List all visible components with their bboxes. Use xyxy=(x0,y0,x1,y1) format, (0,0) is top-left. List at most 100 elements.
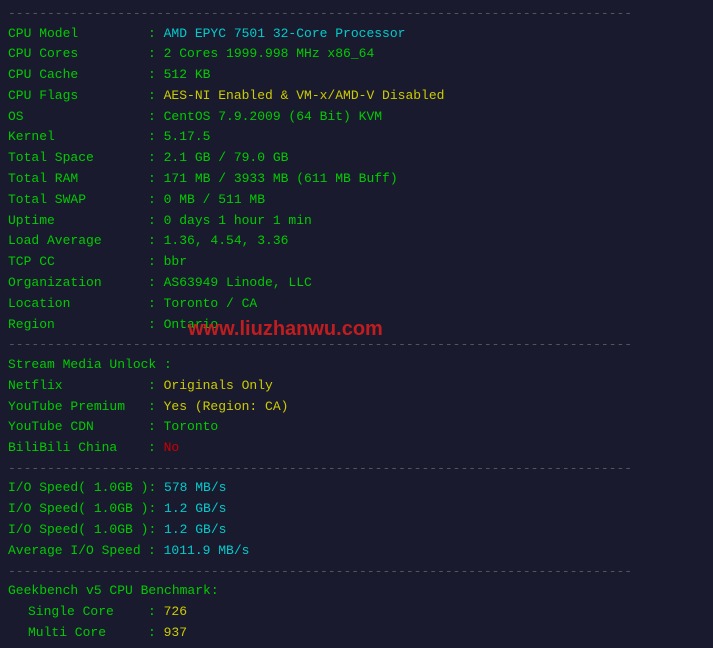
value-location: Toronto / CA xyxy=(164,294,258,315)
colon-youtube-premium: : xyxy=(148,397,164,418)
colon-bilibili: : xyxy=(148,438,164,459)
colon-os: : xyxy=(148,107,164,128)
colon-tcp-cc: : xyxy=(148,252,164,273)
row-multi-core: Multi Core : 937 xyxy=(8,623,705,644)
row-load-average: Load Average : 1.36, 4.54, 3.36 xyxy=(8,231,705,252)
colon-total-ram: : xyxy=(148,169,164,190)
label-tcp-cc: TCP CC xyxy=(8,252,148,273)
value-total-swap: 0 MB / 511 MB xyxy=(164,190,265,211)
row-cpu-model: CPU Model : AMD EPYC 7501 32-Core Proces… xyxy=(8,24,705,45)
colon-avg-io: : xyxy=(148,541,164,562)
row-organization: Organization : AS63949 Linode, LLC xyxy=(8,273,705,294)
colon-netflix: : xyxy=(148,376,164,397)
colon-organization: : xyxy=(148,273,164,294)
value-io-2: 1.2 GB/s xyxy=(164,499,226,520)
label-bilibili: BiliBili China xyxy=(8,438,148,459)
label-single-core: Single Core xyxy=(8,602,148,623)
value-io-3: 1.2 GB/s xyxy=(164,520,226,541)
row-total-swap: Total SWAP : 0 MB / 511 MB xyxy=(8,190,705,211)
colon-load-average: : xyxy=(148,231,164,252)
row-avg-io: Average I/O Speed : 1011.9 MB/s xyxy=(8,541,705,562)
row-youtube-premium: YouTube Premium : Yes (Region: CA) xyxy=(8,397,705,418)
row-cpu-cache: CPU Cache : 512 KB xyxy=(8,65,705,86)
colon-cpu-cache: : xyxy=(148,65,164,86)
value-uptime: 0 days 1 hour 1 min xyxy=(164,211,312,232)
value-kernel: 5.17.5 xyxy=(164,127,211,148)
stream-header-label: Stream Media Unlock : xyxy=(8,355,172,376)
colon-uptime: : xyxy=(148,211,164,232)
colon-youtube-cdn: : xyxy=(148,417,164,438)
label-multi-core: Multi Core xyxy=(8,623,148,644)
label-total-swap: Total SWAP xyxy=(8,190,148,211)
system-info-section: CPU Model : AMD EPYC 7501 32-Core Proces… xyxy=(8,24,705,336)
geekbench-header-label: Geekbench v5 CPU Benchmark: xyxy=(8,581,219,602)
row-os: OS : CentOS 7.9.2009 (64 Bit) KVM xyxy=(8,107,705,128)
label-io-1: I/O Speed( 1.0GB ) xyxy=(8,478,148,499)
colon-multi-core: : xyxy=(148,623,164,644)
label-kernel: Kernel xyxy=(8,127,148,148)
row-cpu-flags: CPU Flags : AES-NI Enabled & VM-x/AMD-V … xyxy=(8,86,705,107)
label-io-2: I/O Speed( 1.0GB ) xyxy=(8,499,148,520)
label-cpu-cores: CPU Cores xyxy=(8,44,148,65)
value-organization: AS63949 Linode, LLC xyxy=(164,273,312,294)
colon-cpu-model: : xyxy=(148,24,164,45)
geekbench-section: Geekbench v5 CPU Benchmark: Single Core … xyxy=(8,581,705,643)
colon-region: : xyxy=(148,315,164,336)
row-cpu-cores: CPU Cores : 2 Cores 1999.998 MHz x86_64 xyxy=(8,44,705,65)
separator-after-io: ----------------------------------------… xyxy=(8,562,705,582)
colon-io-1: : xyxy=(148,478,164,499)
colon-single-core: : xyxy=(148,602,164,623)
colon-total-space: : xyxy=(148,148,164,169)
colon-io-3: : xyxy=(148,520,164,541)
value-total-ram: 171 MB / 3933 MB (611 MB Buff) xyxy=(164,169,398,190)
colon-location: : xyxy=(148,294,164,315)
geekbench-header: Geekbench v5 CPU Benchmark: xyxy=(8,581,705,602)
value-total-space: 2.1 GB / 79.0 GB xyxy=(164,148,289,169)
colon-total-swap: : xyxy=(148,190,164,211)
stream-media-header: Stream Media Unlock : xyxy=(8,355,705,376)
value-avg-io: 1011.9 MB/s xyxy=(164,541,250,562)
row-youtube-cdn: YouTube CDN : Toronto xyxy=(8,417,705,438)
label-region: Region xyxy=(8,315,148,336)
label-netflix: Netflix xyxy=(8,376,148,397)
label-io-3: I/O Speed( 1.0GB ) xyxy=(8,520,148,541)
label-uptime: Uptime xyxy=(8,211,148,232)
row-netflix: Netflix : Originals Only xyxy=(8,376,705,397)
value-bilibili: No xyxy=(164,438,180,459)
row-tcp-cc: TCP CC : bbr xyxy=(8,252,705,273)
row-bilibili: BiliBili China : No xyxy=(8,438,705,459)
row-io-2: I/O Speed( 1.0GB ) : 1.2 GB/s xyxy=(8,499,705,520)
colon-io-2: : xyxy=(148,499,164,520)
main-container: ----------------------------------------… xyxy=(8,4,705,644)
colon-cpu-flags: : xyxy=(148,86,164,107)
value-single-core: 726 xyxy=(164,602,187,623)
value-youtube-premium: Yes (Region: CA) xyxy=(164,397,289,418)
stream-media-section: Stream Media Unlock : Netflix : Original… xyxy=(8,355,705,459)
label-youtube-cdn: YouTube CDN xyxy=(8,417,148,438)
value-load-average: 1.36, 4.54, 3.36 xyxy=(164,231,289,252)
colon-cpu-cores: : xyxy=(148,44,164,65)
value-netflix: Originals Only xyxy=(164,376,273,397)
label-os: OS xyxy=(8,107,148,128)
label-load-average: Load Average xyxy=(8,231,148,252)
watermark: www.liuzhanwu.com xyxy=(188,313,383,345)
label-organization: Organization xyxy=(8,273,148,294)
value-cpu-model: AMD EPYC 7501 32-Core Processor xyxy=(164,24,406,45)
value-tcp-cc: bbr xyxy=(164,252,187,273)
row-single-core: Single Core : 726 xyxy=(8,602,705,623)
row-total-ram: Total RAM : 171 MB / 3933 MB (611 MB Buf… xyxy=(8,169,705,190)
separator-top: ----------------------------------------… xyxy=(8,4,705,24)
label-cpu-cache: CPU Cache xyxy=(8,65,148,86)
label-cpu-model: CPU Model xyxy=(8,24,148,45)
label-total-space: Total Space xyxy=(8,148,148,169)
value-youtube-cdn: Toronto xyxy=(164,417,219,438)
value-cpu-flags: AES-NI Enabled & VM-x/AMD-V Disabled xyxy=(164,86,445,107)
row-region: Region : Ontario www.liuzhanwu.com xyxy=(8,315,705,336)
row-location: Location : Toronto / CA xyxy=(8,294,705,315)
label-total-ram: Total RAM xyxy=(8,169,148,190)
io-speed-section: I/O Speed( 1.0GB ) : 578 MB/s I/O Speed(… xyxy=(8,478,705,561)
row-total-space: Total Space : 2.1 GB / 79.0 GB xyxy=(8,148,705,169)
label-youtube-premium: YouTube Premium xyxy=(8,397,148,418)
value-os: CentOS 7.9.2009 (64 Bit) KVM xyxy=(164,107,382,128)
separator-after-stream: ----------------------------------------… xyxy=(8,459,705,479)
